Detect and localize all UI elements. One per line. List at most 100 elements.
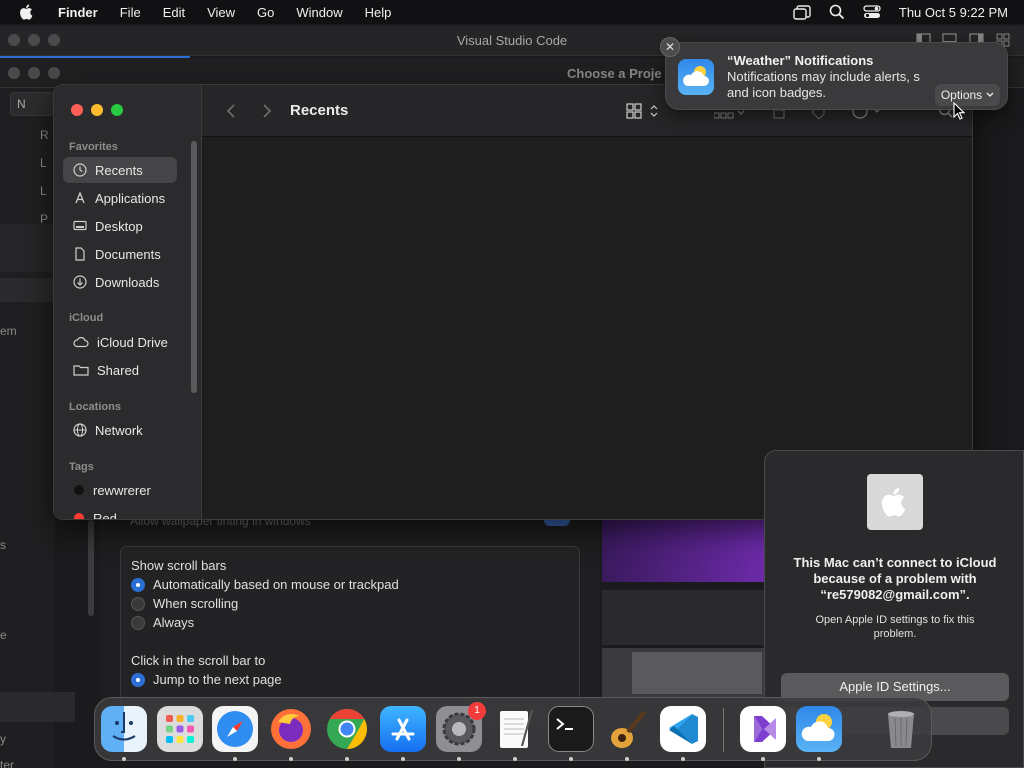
menu-view[interactable]: View [207,5,235,20]
chevron-down-icon [986,92,994,97]
shared-folder-icon [73,365,89,376]
favorites-section-label: Favorites [69,141,118,153]
radio-button-selected[interactable] [131,577,145,592]
sidebar-item-tag-red[interactable]: Red [63,505,177,519]
dock-trash-icon[interactable] [878,706,924,752]
sidebar-item-tag-rewwrerer[interactable]: rewwrerer [63,477,177,503]
sidebar-item-documents[interactable]: Documents [63,241,177,267]
running-indicator [681,757,685,761]
finder-window-controls [71,104,123,116]
background-band [0,692,75,722]
view-grid-icon[interactable] [626,103,660,119]
dock-weather-icon[interactable] [796,706,842,752]
tag-dot-icon [74,513,84,519]
fragment-text: ter [0,758,15,768]
menu-help[interactable]: Help [365,5,392,20]
running-indicator [761,757,765,761]
dock-app-store-icon[interactable] [380,706,426,752]
settings-window-fragment: Allow wallpaper tinting in windows Show … [100,500,600,726]
running-indicator [513,757,517,761]
menu-window[interactable]: Window [296,5,342,20]
apple-menu-icon[interactable] [18,3,36,21]
background-scrollbar[interactable] [88,520,94,616]
background-tab[interactable]: N [10,92,54,116]
sidebar-item-recents[interactable]: Recents [63,157,177,183]
show-scroll-bars-heading: Show scroll bars [131,558,227,573]
radio-button[interactable] [131,615,145,630]
forward-chevron-icon[interactable] [262,103,272,119]
dock-finder-icon[interactable] [101,706,147,752]
radio-button[interactable] [131,596,145,611]
dock: 1 [94,697,932,761]
close-button[interactable] [71,104,83,116]
weather-notification-banner[interactable]: ✕ “Weather” Notifications Notifications … [660,37,1008,110]
running-indicator [457,757,461,761]
sidebar-item-icloud-drive[interactable]: iCloud Drive [63,329,177,355]
sidebar-item-desktop[interactable]: Desktop [63,213,177,239]
download-icon [73,275,87,289]
icloud-section-label: iCloud [69,312,104,324]
sidebar-item-downloads[interactable]: Downloads [63,269,177,295]
locations-section-label: Locations [69,401,121,413]
dock-system-settings-icon[interactable]: 1 [436,702,486,752]
notification-body: Notifications may include alerts, s and … [727,69,920,100]
running-indicator [569,757,573,761]
notification-title: “Weather” Notifications [727,53,874,68]
radio-option-automatic[interactable]: Automatically based on mouse or trackpad [131,577,399,592]
background-panel [602,590,764,645]
dock-safari-icon[interactable] [212,706,258,752]
sidebar-item-network[interactable]: Network [63,417,177,443]
fragment-text: em [0,324,17,338]
sidebar-item-applications[interactable]: Applications [63,185,177,211]
background-band [0,224,54,272]
running-indicator [122,757,126,761]
dock-launchpad-icon[interactable] [157,706,203,752]
project-window-controls[interactable] [8,67,60,79]
radio-option-jump-next-page[interactable]: Jump to the next page [131,672,282,687]
notification-options-button[interactable]: Options [935,84,1000,106]
sidebar-scrollbar[interactable] [191,141,197,393]
close-notification-button[interactable]: ✕ [660,37,680,57]
dock-vscode-icon[interactable] [660,706,706,752]
dock-terminal-icon[interactable] [548,706,594,752]
stage-manager-icon[interactable] [793,4,811,20]
menu-file[interactable]: File [120,5,141,20]
spotlight-search-icon[interactable] [829,4,845,20]
menu-app-name[interactable]: Finder [58,5,98,20]
menu-clock[interactable]: Thu Oct 5 9:22 PM [899,5,1008,20]
dock-visual-studio-icon[interactable] [740,706,786,752]
radio-button-selected[interactable] [131,672,145,687]
fragment-text: e [0,628,7,642]
desktop-icon [73,220,87,231]
dock-firefox-icon[interactable] [268,706,314,752]
fragment-text: L [40,156,47,170]
notification-badge: 1 [468,702,486,720]
project-chooser-title: Choose a Proje [567,66,662,81]
radio-option-when-scrolling[interactable]: When scrolling [131,596,238,611]
mouse-pointer-icon [953,102,965,120]
fragment-text: L [40,184,47,198]
fragment-text: y [0,732,6,746]
minimize-button[interactable] [91,104,103,116]
wallpaper-preview [602,520,764,582]
back-chevron-icon[interactable] [226,103,236,119]
dock-separator [723,708,724,752]
running-indicator [817,757,821,761]
tags-section-label: Tags [69,461,94,473]
sidebar-item-shared[interactable]: Shared [63,357,177,383]
dock-textedit-icon[interactable] [492,706,538,752]
applications-icon [75,191,85,204]
zoom-button[interactable] [111,104,123,116]
dock-garageband-icon[interactable] [604,706,650,752]
globe-icon [73,423,87,437]
document-icon [75,247,85,261]
clock-icon [73,163,87,177]
alert-message: This Mac can’t connect to iCloud because… [793,555,997,602]
background-panel [602,648,764,698]
menu-go[interactable]: Go [257,5,274,20]
dock-chrome-icon[interactable] [324,706,370,752]
alert-subtext: Open Apple ID settings to fix this probl… [815,614,975,640]
menu-edit[interactable]: Edit [163,5,185,20]
control-center-icon[interactable] [863,5,881,19]
radio-option-always[interactable]: Always [131,615,194,630]
